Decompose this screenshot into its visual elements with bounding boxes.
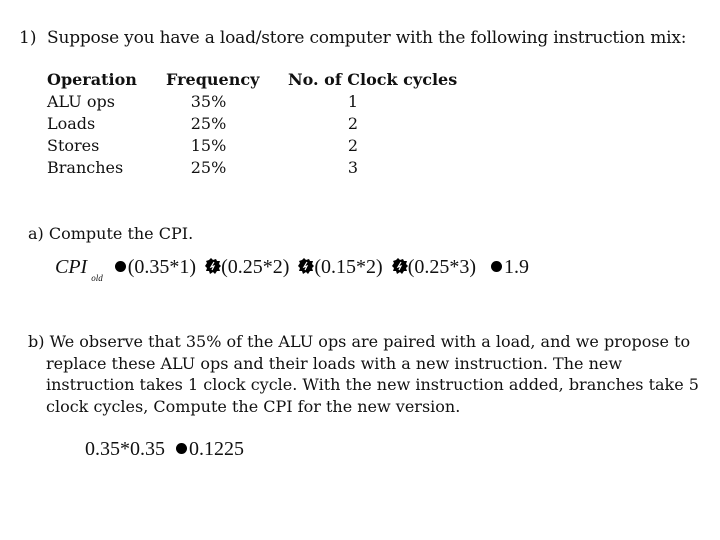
equation-term: (0.35*1)	[127, 256, 197, 278]
part-b-line: b) We observe that 35% of the ALU ops ar…	[28, 332, 691, 351]
equation-lhs-subscript: old	[91, 273, 103, 283]
equation-lhs: CPI	[55, 256, 88, 278]
header-clock-cycles: No. of Clock cycles	[288, 70, 458, 89]
paired-fraction-equation: 0.35*0.35 0.1225	[85, 438, 244, 461]
part-b-paragraph: b) We observe that 35% of the ALU ops ar…	[28, 331, 699, 418]
cell-operation: Loads	[47, 114, 96, 133]
cell-clock-cycles: 2	[347, 114, 359, 133]
cpi-old-equation: CPI old (0.35*1) (0.25*2) (0.15*2) (0.25*3…	[55, 256, 529, 283]
cell-operation: Stores	[47, 136, 100, 155]
question-number: 1)	[19, 28, 37, 48]
cell-clock-cycles: 3	[347, 158, 359, 177]
equals-dot-icon	[176, 443, 187, 454]
cell-operation: Branches	[47, 158, 124, 177]
question-intro: Suppose you have a load/store computer w…	[47, 28, 687, 48]
part-b-line: instruction takes 1 clock cycle. With th…	[46, 375, 699, 395]
part-a-label: a) Compute the CPI.	[28, 224, 194, 243]
part-b-line: clock cycles, Compute the CPI for the ne…	[46, 397, 461, 417]
cell-clock-cycles: 2	[347, 136, 359, 155]
equals-dot-icon	[491, 261, 503, 272]
cell-frequency: 25%	[190, 158, 227, 177]
header-operation: Operation	[47, 70, 137, 89]
cell-frequency: 15%	[190, 136, 227, 155]
cell-frequency: 35%	[190, 92, 227, 111]
plus-burst-icon	[205, 258, 222, 274]
cell-clock-cycles: 1	[347, 92, 359, 111]
part-b-line: replace these ALU ops and their loads wi…	[46, 353, 623, 373]
equation-term: (0.15*2)	[314, 256, 383, 278]
equation-result: 0.1225	[189, 438, 244, 460]
equation-result: 1.9	[504, 256, 530, 278]
equation-term: (0.25*3)	[407, 256, 477, 278]
cell-frequency: 25%	[190, 114, 227, 133]
cell-operation: ALU ops	[47, 92, 115, 111]
header-frequency: Frequency	[166, 70, 260, 89]
equation-term: (0.25*2)	[221, 256, 290, 278]
equals-dot-icon	[114, 261, 126, 272]
equation-lhs: 0.35*0.35	[85, 438, 165, 460]
plus-burst-icon	[391, 258, 408, 274]
plus-burst-icon	[298, 258, 315, 274]
